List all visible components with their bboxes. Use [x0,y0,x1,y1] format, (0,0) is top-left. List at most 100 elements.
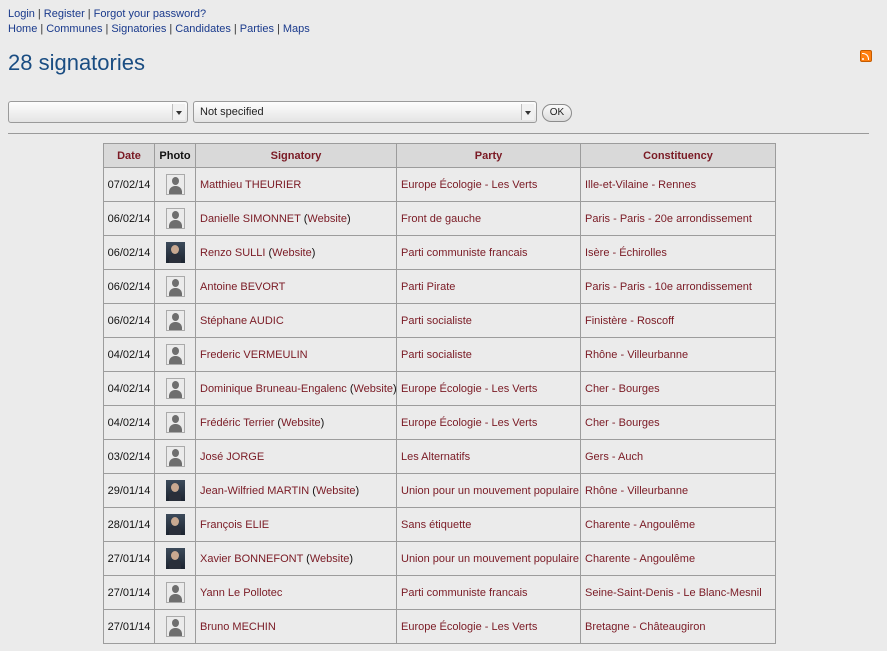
table-header-row: Date Photo Signatory Party Constituency [103,143,776,168]
party-link[interactable]: Union pour un mouvement populaire [401,553,579,565]
website-link[interactable]: Website [281,417,321,429]
party-link[interactable]: Parti communiste francais [401,587,528,599]
constituency-link[interactable]: Finistère - Roscoff [585,315,674,327]
website-link[interactable]: Website [316,485,356,497]
party-link[interactable]: Parti communiste francais [401,247,528,259]
signatory-link[interactable]: Stéphane AUDIC [200,315,284,327]
party-cell: Europe Écologie - Les Verts [396,405,581,440]
party-link[interactable]: Parti socialiste [401,349,472,361]
avatar[interactable] [165,344,185,365]
website-link[interactable]: Website [272,247,312,259]
signatory-link[interactable]: Antoine BEVORT [200,281,285,293]
constituency-link[interactable]: Cher - Bourges [585,417,660,429]
signatory-link[interactable]: Renzo SULLI [200,247,265,259]
avatar[interactable] [165,378,185,399]
website-link[interactable]: Website [307,213,347,225]
party-link[interactable]: Parti Pirate [401,281,455,293]
signatory-link[interactable]: Danielle SIMONNET [200,213,301,225]
avatar[interactable] [165,582,185,603]
signatory-link[interactable]: François ELIE [200,519,269,531]
home-link[interactable]: Home [8,23,37,35]
rss-feed-icon[interactable] [860,50,872,62]
maps-link[interactable]: Maps [283,23,310,35]
avatar[interactable] [165,242,185,263]
signatory-link[interactable]: Yann Le Pollotec [200,587,282,599]
party-link[interactable]: Parti socialiste [401,315,472,327]
signatory-link[interactable]: José JORGE [200,451,264,463]
filter-select-1[interactable] [8,101,188,123]
party-link[interactable]: Sans étiquette [401,519,471,531]
avatar[interactable] [165,480,185,501]
photo-cell [154,473,196,508]
avatar[interactable] [165,412,185,433]
website-link[interactable]: Website [310,553,350,565]
party-link[interactable]: Europe Écologie - Les Verts [401,621,537,633]
signatory-cell: Frédéric Terrier (Website) [195,405,397,440]
constituency-cell: Seine-Saint-Denis - Le Blanc-Mesnil [580,575,776,610]
signatory-link[interactable]: Xavier BONNEFONT [200,553,303,565]
constituency-link[interactable]: Gers - Auch [585,451,643,463]
constituency-link[interactable]: Isère - Échirolles [585,247,667,259]
party-link[interactable]: Europe Écologie - Les Verts [401,383,537,395]
main-menu: Home | Communes | Signatories | Candidates | Par… [8,23,310,35]
signatory-cell: José JORGE [195,439,397,474]
column-header-constituency[interactable]: Constituency [580,143,776,168]
signatory-link[interactable]: Jean-Wilfried MARTIN [200,485,309,497]
avatar[interactable] [165,208,185,229]
signatory-link[interactable]: Dominique Bruneau-Engalenc [200,383,347,395]
party-link[interactable]: Union pour un mouvement populaire [401,485,579,497]
website-link[interactable]: Website [354,383,394,395]
constituency-link[interactable]: Bretagne - Châteaugiron [585,621,705,633]
party-link[interactable]: Les Alternatifs [401,451,470,463]
constituency-cell: Rhône - Villeurbanne [580,337,776,372]
constituency-link[interactable]: Rhône - Villeurbanne [585,485,688,497]
constituency-link[interactable]: Seine-Saint-Denis - Le Blanc-Mesnil [585,587,762,599]
constituency-cell: Bretagne - Châteaugiron [580,609,776,644]
signatory-cell: Stéphane AUDIC [195,303,397,338]
signatory-link[interactable]: Frederic VERMEULIN [200,349,308,361]
table-row: 29/01/14 Jean-Wilfried MARTIN (Website) Un… [103,473,776,508]
filter-select-party[interactable]: Not specified [193,101,537,123]
column-header-party[interactable]: Party [396,143,581,168]
avatar[interactable] [165,310,185,331]
signatory-cell: Jean-Wilfried MARTIN (Website) [195,473,397,508]
constituency-link[interactable]: Paris - Paris - 10e arrondissement [585,281,752,293]
constituency-link[interactable]: Paris - Paris - 20e arrondissement [585,213,752,225]
signatory-link[interactable]: Bruno MECHIN [200,621,276,633]
date-cell: 27/01/14 [103,541,155,576]
login-link[interactable]: Login [8,8,35,20]
date-cell: 07/02/14 [103,167,155,202]
party-link[interactable]: Europe Écologie - Les Verts [401,179,537,191]
parties-link[interactable]: Parties [240,23,274,35]
column-header-date[interactable]: Date [103,143,155,168]
avatar[interactable] [165,276,185,297]
communes-link[interactable]: Communes [46,23,102,35]
signatories-link[interactable]: Signatories [111,23,166,35]
photo-cell [154,337,196,372]
signatory-link[interactable]: Frédéric Terrier [200,417,274,429]
constituency-link[interactable]: Charente - Angoulême [585,519,695,531]
avatar[interactable] [165,616,185,637]
forgot-password-link[interactable]: Forgot your password? [94,8,207,20]
constituency-link[interactable]: Cher - Bourges [585,383,660,395]
candidates-link[interactable]: Candidates [175,23,231,35]
constituency-link[interactable]: Ille-et-Vilaine - Rennes [585,179,696,191]
constituency-link[interactable]: Charente - Angoulême [585,553,695,565]
party-link[interactable]: Front de gauche [401,213,481,225]
table-row: 28/01/14 François ELIE Sans étiquette Chare… [103,507,776,542]
avatar[interactable] [165,446,185,467]
column-header-signatory[interactable]: Signatory [195,143,397,168]
party-cell: Parti communiste francais [396,235,581,270]
avatar[interactable] [165,548,185,569]
avatar[interactable] [165,514,185,535]
constituency-link[interactable]: Rhône - Villeurbanne [585,349,688,361]
photo-cell [154,609,196,644]
register-link[interactable]: Register [44,8,85,20]
signatory-link[interactable]: Matthieu THEURIER [200,179,301,191]
signatory-cell: Yann Le Pollotec [195,575,397,610]
constituency-cell: Rhône - Villeurbanne [580,473,776,508]
avatar[interactable] [165,174,185,195]
ok-button[interactable]: OK [542,104,572,122]
photo-cell [154,167,196,202]
party-link[interactable]: Europe Écologie - Les Verts [401,417,537,429]
